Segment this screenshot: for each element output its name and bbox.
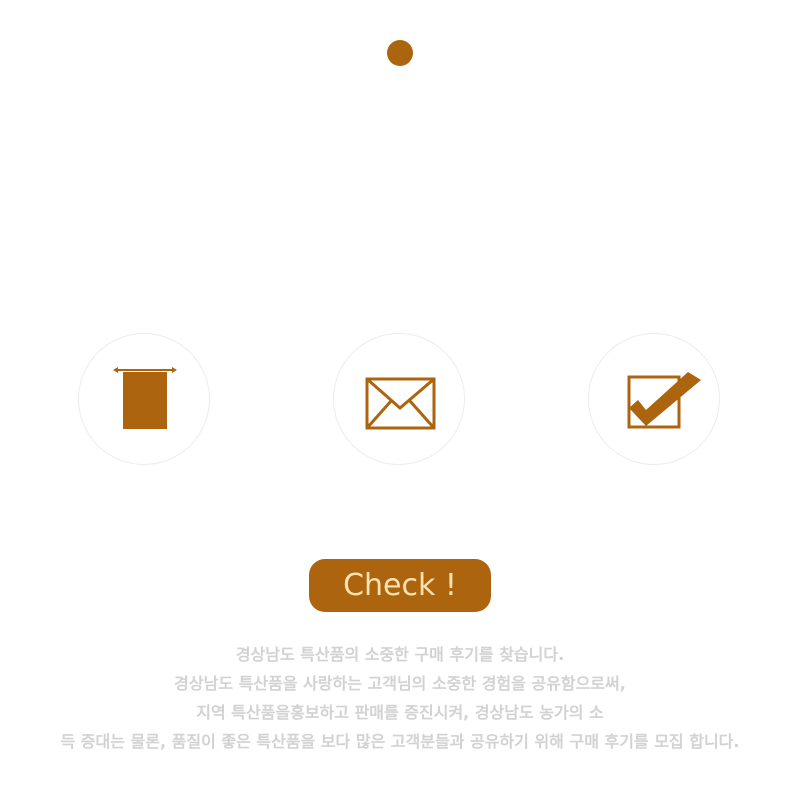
description-line: 지역 특산품을홍보하고 판매를 증진시켜, 경상남도 농가의 소	[196, 703, 604, 722]
description-line: 경상남도 특산품의 소중한 구매 후기를 찾습니다.	[235, 645, 565, 664]
checkbox-icon-circle	[588, 333, 720, 465]
description-line: 경상남도 특산품을 사랑하는 고객님의 소중한 경험을 공유함으로써,	[174, 674, 626, 693]
description-line: 득 증대는 물론, 품질이 좋은 특산품을 보다 많은 고객분들과 공유하기 위…	[60, 732, 740, 751]
envelope-icon	[365, 377, 436, 430]
checkbox-icon	[627, 372, 701, 429]
dot-icon	[387, 40, 413, 66]
banner-icon-circle	[78, 333, 210, 465]
description: 경상남도 특산품의 소중한 구매 후기를 찾습니다. 경상남도 특산품을 사랑하…	[0, 640, 800, 756]
check-button[interactable]: Check !	[309, 559, 491, 612]
banner-icon	[113, 367, 177, 429]
envelope-icon-circle	[333, 333, 465, 465]
